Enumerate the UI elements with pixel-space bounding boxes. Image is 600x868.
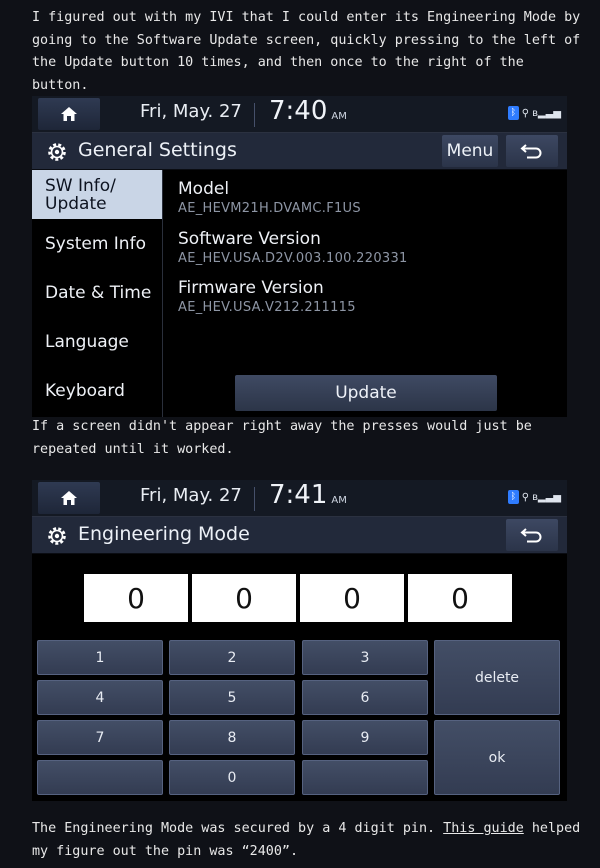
clock-divider	[254, 487, 255, 511]
info-value: AE_HEV.USA.V212.211115	[178, 300, 356, 315]
info-label: Firmware Version	[178, 278, 324, 298]
key-8[interactable]: 8	[169, 720, 295, 755]
sidebar-item-sw-info-update[interactable]: SW Info/ Update	[32, 170, 162, 219]
footer-text-before: The Engineering Mode was secured by a 4 …	[32, 821, 444, 836]
key-1[interactable]: 1	[37, 640, 163, 675]
status-bar: Fri, May. 27 7:40 AM ᛒ ⚲ ʙ▂▃▅	[32, 96, 567, 133]
sidebar-item-label: System Info	[45, 233, 146, 254]
signal-icon: ʙ▂▃▅	[532, 107, 561, 119]
ampm-label: AM	[331, 495, 347, 506]
home-icon	[61, 491, 77, 505]
status-time: 7:41 AM	[269, 480, 347, 510]
sidebar-item-label: Keyboard	[45, 380, 125, 401]
info-software-version: Software Version AE_HEV.USA.D2V.003.100.…	[178, 229, 408, 266]
delete-button[interactable]: delete	[434, 640, 560, 715]
sidebar-item-language[interactable]: Language	[32, 317, 162, 366]
page-title: Engineering Mode	[78, 523, 250, 545]
key-blank-left[interactable]	[37, 760, 163, 795]
pin-digit-2: 0	[192, 574, 296, 622]
status-icons: ᛒ ⚲ ʙ▂▃▅	[507, 490, 561, 504]
footer-paragraph: The Engineering Mode was secured by a 4 …	[32, 818, 582, 863]
back-icon	[520, 144, 542, 159]
page-title: General Settings	[78, 139, 237, 161]
title-bar: Engineering Mode	[32, 517, 567, 554]
key-3[interactable]: 3	[302, 640, 428, 675]
sidebar-item-label: Language	[45, 331, 129, 352]
title-bar: General Settings Menu	[32, 133, 567, 170]
guide-link[interactable]: This guide	[443, 821, 524, 836]
sidebar-item-label: SW Info/ Update	[45, 175, 116, 214]
info-label: Model	[178, 179, 230, 199]
clock-divider	[254, 103, 255, 127]
info-value: AE_HEV.USA.D2V.003.100.220331	[178, 251, 408, 266]
gear-icon	[48, 527, 66, 545]
key-0[interactable]: 0	[169, 760, 295, 795]
engineering-mode-screen: Fri, May. 27 7:41 AM ᛒ ⚲ ʙ▂▃▅ Engineering…	[32, 480, 567, 801]
sidebar-item-keyboard[interactable]: Keyboard	[32, 366, 162, 415]
settings-sidebar: SW Info/ Update System Info Date & Time …	[32, 170, 162, 415]
info-firmware-version: Firmware Version AE_HEV.USA.V212.211115	[178, 278, 356, 315]
phone-icon: ⚲	[521, 491, 530, 503]
home-button[interactable]	[38, 98, 100, 130]
key-2[interactable]: 2	[169, 640, 295, 675]
key-6[interactable]: 6	[302, 680, 428, 715]
home-button[interactable]	[38, 482, 100, 514]
signal-icon: ʙ▂▃▅	[532, 491, 561, 503]
pin-digit-4: 0	[408, 574, 512, 622]
sidebar-item-date-time[interactable]: Date & Time	[32, 268, 162, 317]
key-7[interactable]: 7	[37, 720, 163, 755]
pin-digit-3: 0	[300, 574, 404, 622]
key-blank-right[interactable]	[302, 760, 428, 795]
status-date: Fri, May. 27	[140, 101, 242, 122]
gear-icon	[48, 143, 66, 161]
key-5[interactable]: 5	[169, 680, 295, 715]
update-button[interactable]: Update	[235, 375, 497, 411]
back-button[interactable]	[506, 519, 558, 551]
key-4[interactable]: 4	[37, 680, 163, 715]
time-value: 7:40	[269, 96, 328, 126]
ok-button[interactable]: ok	[434, 720, 560, 795]
key-9[interactable]: 9	[302, 720, 428, 755]
menu-button[interactable]: Menu	[442, 135, 498, 167]
ampm-label: AM	[331, 111, 347, 122]
pin-display: 0 0 0 0	[84, 574, 512, 622]
info-model: Model AE_HEVM21H.DVAMC.F1US	[178, 179, 361, 216]
sidebar-divider	[162, 170, 163, 417]
bluetooth-icon: ᛒ	[507, 106, 519, 120]
middle-paragraph: If a screen didn't appear right away the…	[32, 419, 540, 457]
general-settings-screen: Fri, May. 27 7:40 AM ᛒ ⚲ ʙ▂▃▅ General Set…	[32, 96, 567, 417]
status-icons: ᛒ ⚲ ʙ▂▃▅	[507, 106, 561, 120]
back-icon	[520, 528, 542, 543]
intro-paragraph: I figured out with my IVI that I could e…	[32, 10, 589, 93]
sidebar-item-label: Date & Time	[45, 282, 152, 303]
back-button[interactable]	[506, 135, 558, 167]
pin-digit-1: 0	[84, 574, 188, 622]
status-bar: Fri, May. 27 7:41 AM ᛒ ⚲ ʙ▂▃▅	[32, 480, 567, 517]
info-label: Software Version	[178, 229, 321, 249]
time-value: 7:41	[269, 480, 328, 510]
bluetooth-icon: ᛒ	[507, 490, 519, 504]
sidebar-item-system-info[interactable]: System Info	[32, 219, 162, 268]
status-date: Fri, May. 27	[140, 485, 242, 506]
home-icon	[61, 107, 77, 121]
info-value: AE_HEVM21H.DVAMC.F1US	[178, 201, 361, 216]
status-time: 7:40 AM	[269, 96, 347, 126]
phone-icon: ⚲	[521, 107, 530, 119]
